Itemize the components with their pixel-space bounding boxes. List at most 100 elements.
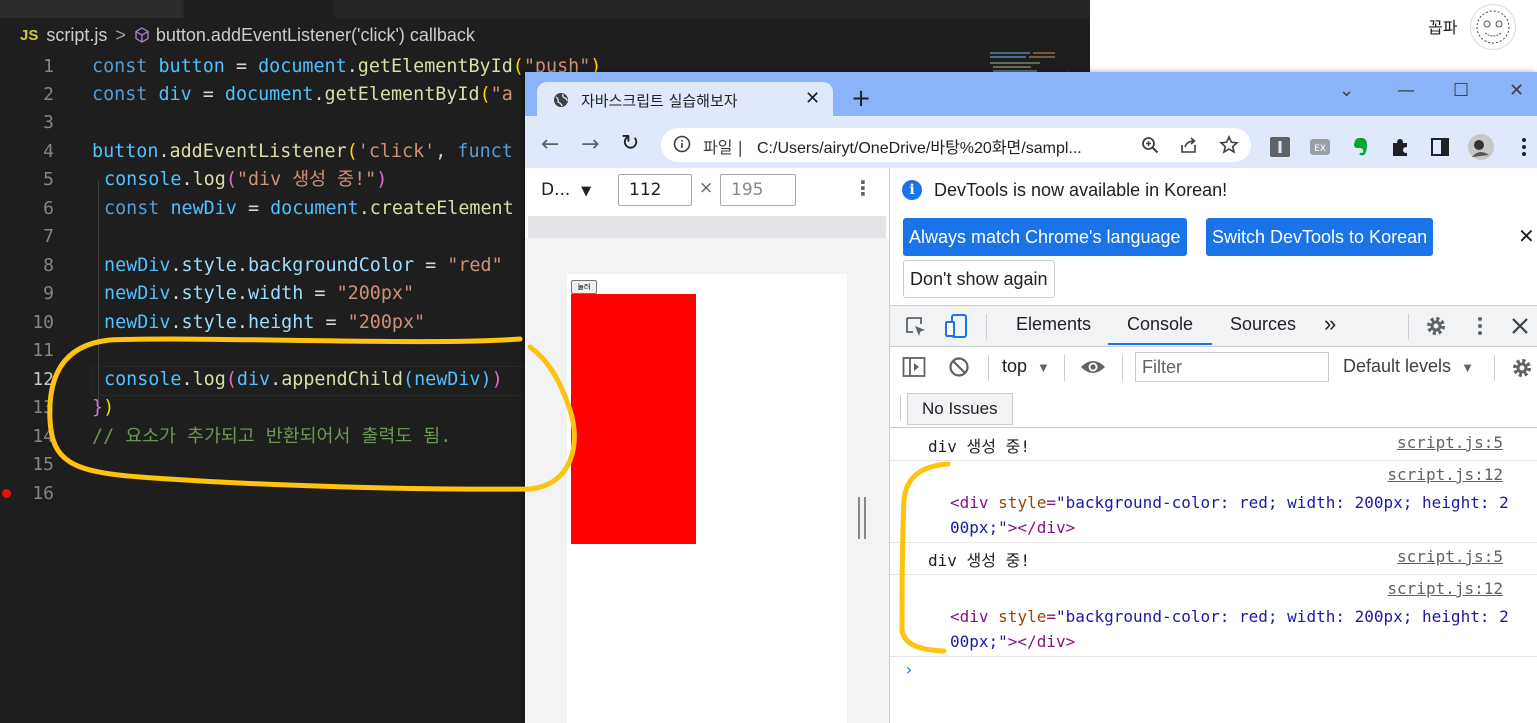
symbol-method-icon — [135, 27, 149, 43]
devtools-panel: i DevTools is now available in Korean! A… — [890, 168, 1537, 723]
browser-tab[interactable]: 자바스크립트 실습해보자 ✕ — [537, 82, 833, 118]
reload-button[interactable]: ↻ — [621, 131, 639, 156]
tab-search-icon[interactable]: ⌄ — [1339, 80, 1354, 101]
language-infobar: i DevTools is now available in Korean! A… — [890, 168, 1537, 306]
infobar-message: DevTools is now available in Korean! — [934, 180, 1228, 200]
push-button[interactable]: 눌러 — [571, 280, 597, 294]
code-line-13[interactable]: }) — [92, 394, 114, 422]
minimize-button[interactable]: — — [1397, 80, 1415, 101]
sidebar-toggle-icon[interactable] — [902, 356, 926, 378]
code-line-2[interactable]: const div = document.getElementById("a — [92, 81, 513, 109]
toolbar-divider — [1408, 314, 1409, 340]
live-expression-eye-icon[interactable] — [1080, 357, 1106, 377]
line-number: 1 — [43, 56, 54, 77]
device-width-input[interactable]: 112 — [618, 174, 692, 206]
log-levels-select[interactable]: Default levels ▼ — [1343, 356, 1474, 377]
toolbar-divider — [1064, 355, 1065, 381]
console-filter-input[interactable]: Filter — [1135, 352, 1329, 382]
clear-console-icon[interactable] — [948, 356, 970, 378]
avatar[interactable] — [1470, 4, 1516, 50]
settings-gear-icon[interactable] — [1424, 314, 1448, 338]
side-panel-icon[interactable] — [1429, 136, 1451, 158]
always-match-language-button[interactable]: Always match Chrome's language — [903, 218, 1187, 256]
console-message: div 생성 중! script.js:5 — [890, 542, 1537, 575]
device-height-input[interactable]: 195 — [720, 174, 796, 206]
address-bar[interactable]: 파일 | C:/Users/airyt/OneDrive/바탕%20화면/sam… — [661, 128, 1251, 162]
console-settings-gear-icon[interactable] — [1510, 356, 1534, 380]
log-text: div 생성 중! — [928, 551, 1030, 570]
url-text[interactable]: C:/Users/airyt/OneDrive/바탕%20화면/sampl... — [757, 134, 1082, 158]
inspect-element-icon[interactable] — [904, 315, 928, 339]
code-line-6[interactable]: const newDiv = document.createElement — [104, 195, 514, 223]
source-link[interactable]: script.js:12 — [1387, 465, 1503, 484]
code-line-9[interactable]: newDiv.style.width = "200px" — [104, 280, 414, 308]
breadcrumb-symbol[interactable]: button.addEventListener('click') callbac… — [156, 25, 475, 46]
extension-evernote-icon[interactable] — [1349, 136, 1371, 158]
line-number: 13 — [32, 397, 54, 418]
editor-tab-active[interactable] — [184, 0, 334, 18]
line-number: 6 — [43, 198, 54, 219]
code-line-5[interactable]: console.log("div 생성 중!") — [104, 166, 387, 194]
code-line-12[interactable]: console.log(div.appendChild(newDiv)) — [104, 366, 503, 394]
back-button[interactable]: ← — [541, 132, 559, 157]
info-icon[interactable] — [673, 135, 691, 153]
globe-icon — [554, 93, 568, 107]
line-number-active: 12 — [32, 369, 54, 390]
console-message: div 생성 중! script.js:5 — [890, 428, 1537, 461]
info-icon: i — [902, 180, 922, 200]
zoom-icon[interactable] — [1141, 136, 1159, 154]
context-selector[interactable]: top ▼ — [1002, 356, 1050, 377]
close-devtools-icon[interactable] — [1510, 316, 1530, 336]
toolbar-divider — [1122, 355, 1123, 381]
new-tab-button[interactable]: + — [851, 86, 871, 110]
code-line-4[interactable]: button.addEventListener('click', funct — [92, 138, 513, 166]
console-message: script.js:12 <div style="background-colo… — [890, 460, 1537, 543]
toolbar-divider — [988, 355, 989, 381]
switch-to-korean-button[interactable]: Switch DevTools to Korean — [1206, 218, 1434, 256]
infobar-close-icon[interactable]: ✕ — [1518, 224, 1535, 248]
media-query-bar[interactable] — [528, 216, 886, 238]
line-number: 3 — [43, 112, 54, 133]
toolbar-divider — [1494, 355, 1495, 381]
device-toggle-icon[interactable] — [944, 313, 970, 339]
device-preset-select[interactable]: D... ▼ — [541, 180, 591, 200]
extensions-puzzle-icon[interactable] — [1389, 136, 1411, 158]
bookmark-star-icon[interactable] — [1219, 135, 1239, 155]
dimension-separator: × — [699, 178, 714, 198]
profile-avatar-icon[interactable] — [1467, 133, 1495, 161]
chrome-menu-icon[interactable] — [1513, 136, 1535, 158]
code-line-10[interactable]: newDiv.style.height = "200px" — [104, 309, 425, 337]
maximize-button[interactable]: ☐ — [1453, 80, 1469, 101]
more-tabs-icon[interactable]: » — [1324, 311, 1336, 337]
dont-show-again-button[interactable]: Don't show again — [903, 260, 1055, 298]
code-line-14-comment[interactable]: // 요소가 추가되고 반환되어서 출력도 됨. — [92, 423, 451, 451]
logged-element-node[interactable]: <div style="background-color: red; width… — [950, 604, 1510, 654]
customize-menu-icon[interactable] — [1470, 314, 1490, 338]
device-more-icon[interactable]: ⋮ — [853, 176, 873, 200]
forward-button[interactable]: → — [581, 132, 599, 157]
source-link[interactable]: script.js:5 — [1397, 547, 1503, 566]
extension-instapaper-icon[interactable] — [1269, 136, 1291, 158]
issues-bar: No Issues — [890, 389, 1537, 428]
share-icon[interactable] — [1179, 136, 1199, 154]
tab-console[interactable]: Console — [1127, 314, 1193, 335]
tab-elements[interactable]: Elements — [1016, 314, 1091, 335]
console-prompt[interactable]: › — [904, 660, 914, 679]
tab-sources[interactable]: Sources — [1230, 314, 1296, 335]
source-link[interactable]: script.js:5 — [1397, 433, 1503, 452]
source-link[interactable]: script.js:12 — [1387, 579, 1503, 598]
breadcrumb: JS script.js > button.addEventListener('… — [0, 20, 475, 50]
viewport-resize-handle[interactable] — [858, 497, 866, 539]
logged-element-node[interactable]: <div style="background-color: red; width… — [950, 490, 1510, 540]
no-issues-button[interactable]: No Issues — [907, 393, 1013, 425]
code-line-8[interactable]: newDiv.style.backgroundColor = "red" — [104, 252, 503, 280]
tab-title: 자바스크립트 실습해보자 — [581, 92, 738, 110]
extension-ex-icon[interactable]: EX — [1309, 136, 1331, 158]
log-text: div 생성 중! — [928, 437, 1030, 456]
breadcrumb-file[interactable]: script.js — [46, 25, 107, 46]
toolbar-divider — [986, 314, 987, 340]
line-number: 14 — [32, 426, 54, 447]
close-window-button[interactable]: ✕ — [1509, 80, 1524, 101]
tab-close-icon[interactable]: ✕ — [805, 88, 820, 109]
editor-tab[interactable] — [0, 0, 182, 18]
